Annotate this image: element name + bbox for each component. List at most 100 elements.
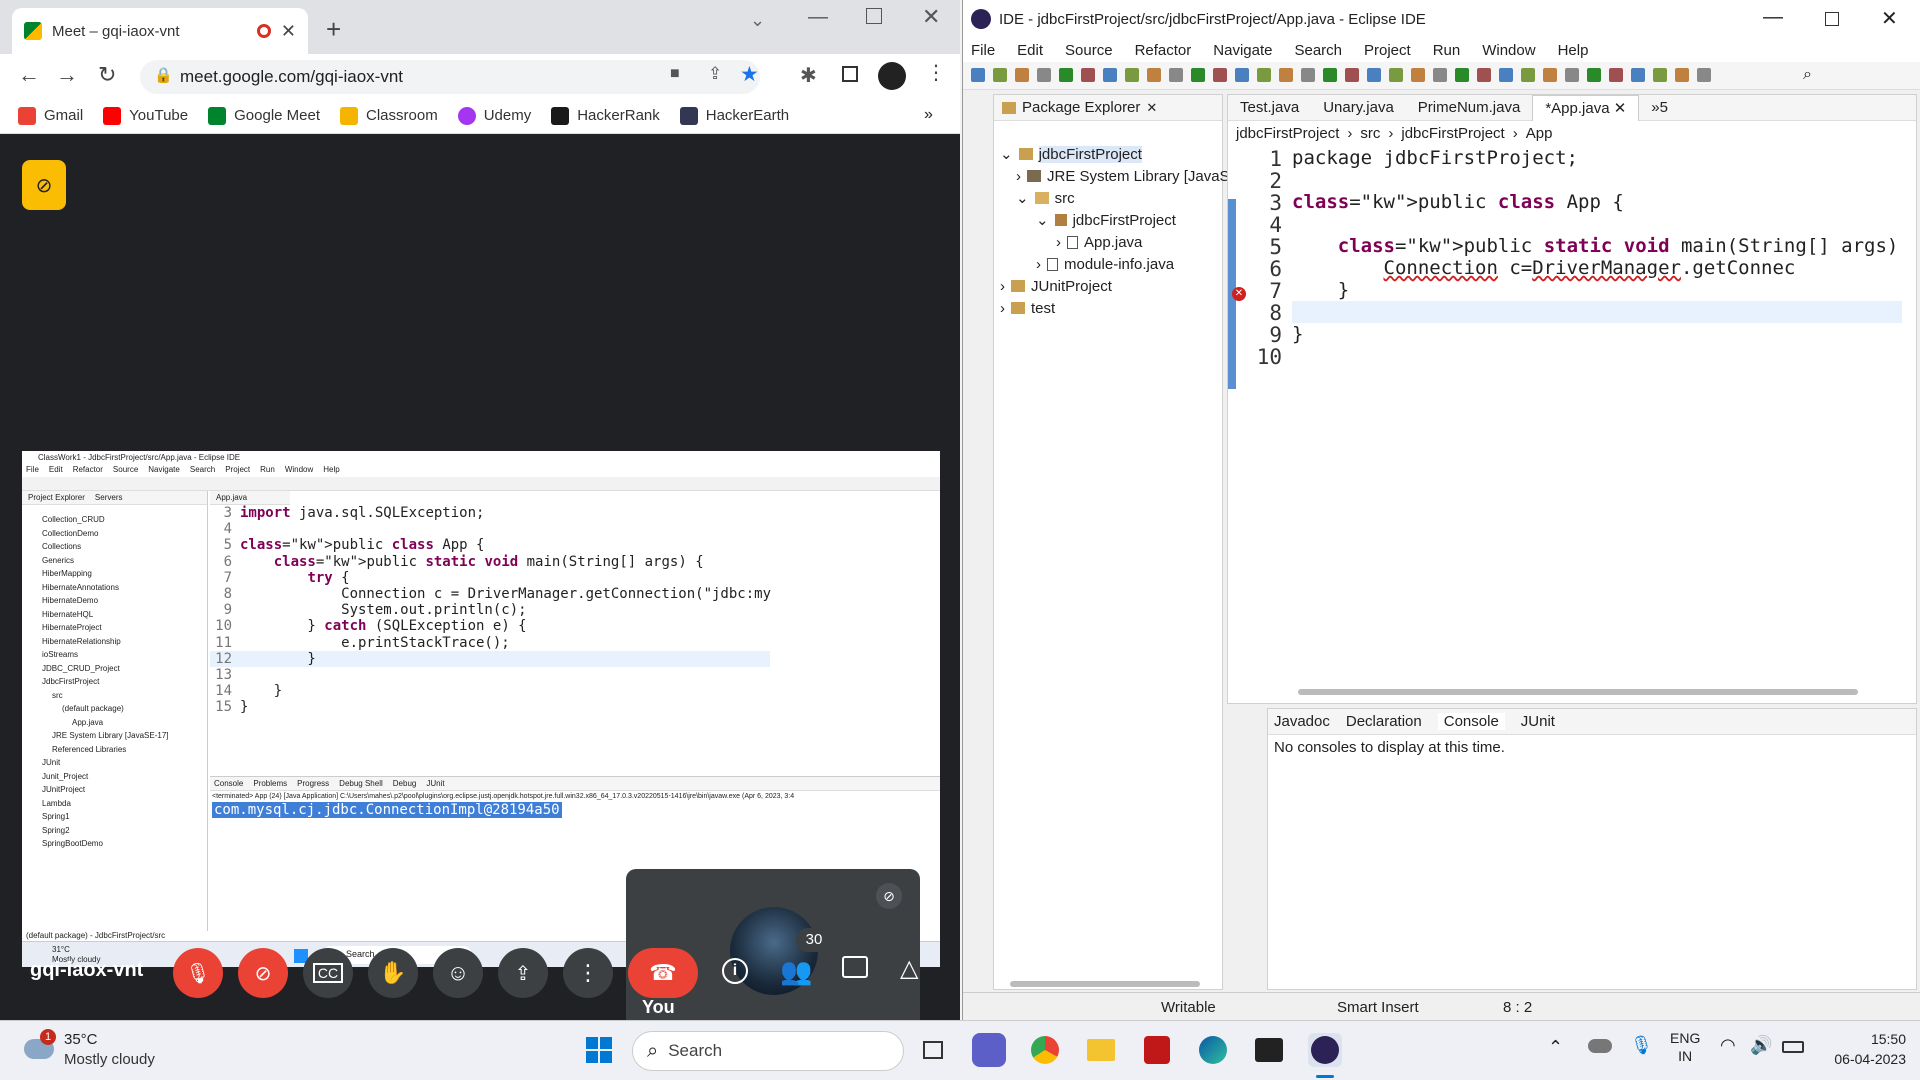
tab-declaration[interactable]: Declaration: [1346, 713, 1422, 730]
volume-icon[interactable]: 🔊: [1750, 1035, 1772, 1056]
new-tab-button[interactable]: +: [326, 14, 341, 45]
code-line[interactable]: [1292, 345, 1902, 367]
menu-edit[interactable]: Edit: [1017, 42, 1043, 59]
toolbar-button-icon[interactable]: [1455, 68, 1469, 82]
present-button[interactable]: ⇪: [498, 948, 548, 998]
code-line[interactable]: Connection c=DriverManager.getConnec: [1292, 257, 1902, 279]
bookmark-google-meet[interactable]: Google Meet: [208, 106, 320, 125]
toolbar-button-icon[interactable]: [993, 68, 1007, 82]
menu-dots-icon[interactable]: ⋮: [926, 60, 946, 85]
toolbar-button-icon[interactable]: [1059, 68, 1073, 82]
breadcrumb-package[interactable]: jdbcFirstProject: [1401, 125, 1504, 142]
tab-meet[interactable]: Meet – gqi-iaox-vnt ✕: [12, 8, 308, 54]
breadcrumb-src[interactable]: src: [1360, 125, 1380, 142]
editor-tab[interactable]: PrimeNum.java: [1406, 95, 1533, 121]
bookmark-hackerrank[interactable]: HackerRank: [551, 106, 660, 125]
taskbar-search[interactable]: ⌕ Search: [632, 1031, 904, 1071]
share-icon[interactable]: ⇪: [708, 64, 722, 84]
reactions-button[interactable]: ☺: [433, 948, 483, 998]
participants-icon[interactable]: 👥: [780, 956, 812, 987]
back-icon[interactable]: ←: [18, 62, 40, 88]
bookmark-youtube[interactable]: YouTube: [103, 106, 188, 125]
eclipse-minimize-button[interactable]: —: [1763, 6, 1783, 29]
maximize-button[interactable]: [866, 8, 882, 24]
battery-icon[interactable]: [1782, 1041, 1804, 1053]
leave-call-button[interactable]: ☎: [628, 948, 698, 998]
forward-icon[interactable]: →: [56, 62, 78, 88]
code-line[interactable]: class="kw">public static void main(Strin…: [1292, 235, 1902, 257]
explorer-hscroll[interactable]: [1010, 981, 1200, 987]
toolbar-button-icon[interactable]: [1543, 68, 1557, 82]
profile-avatar[interactable]: [878, 62, 906, 90]
toolbar-button-icon[interactable]: [1565, 68, 1579, 82]
teams-chat-icon[interactable]: [972, 1033, 1006, 1067]
tab-close-icon[interactable]: ✕: [281, 21, 296, 42]
menu-window[interactable]: Window: [1482, 42, 1535, 59]
toolbar-button-icon[interactable]: [1213, 68, 1227, 82]
toolbar-button-icon[interactable]: [1697, 68, 1711, 82]
breadcrumb-project[interactable]: jdbcFirstProject: [1236, 125, 1339, 142]
tree-item-src[interactable]: ⌄ src: [1016, 187, 1075, 209]
code-line[interactable]: class="kw">public class App {: [1292, 191, 1902, 213]
tree-item-test[interactable]: › test: [1000, 297, 1055, 319]
raise-hand-button[interactable]: ✋: [368, 948, 418, 998]
bookmark-gmail[interactable]: Gmail: [18, 106, 83, 125]
language-indicator[interactable]: ENG IN: [1670, 1029, 1700, 1065]
edge-icon[interactable]: [1196, 1033, 1230, 1067]
breadcrumb-class[interactable]: App: [1526, 125, 1553, 142]
toolbar-button-icon[interactable]: [1433, 68, 1447, 82]
toolbar-button-icon[interactable]: [1367, 68, 1381, 82]
address-bar[interactable]: 🔒 meet.google.com/gqi-iaox-vnt ■ ⇪ ★: [140, 60, 760, 94]
search-toolbar-icon[interactable]: ⌕: [1803, 66, 1812, 84]
bookmark-star-icon[interactable]: ★: [740, 62, 759, 87]
code-line[interactable]: [1292, 301, 1902, 323]
show-hidden-icons[interactable]: ⌃: [1548, 1037, 1563, 1058]
more-bookmarks-icon[interactable]: »: [924, 106, 933, 124]
tab-console[interactable]: Console: [1437, 713, 1505, 730]
menu-run[interactable]: Run: [1433, 42, 1461, 59]
toolbar-button-icon[interactable]: [1191, 68, 1205, 82]
file-explorer-icon[interactable]: [1084, 1033, 1118, 1067]
editor-tab[interactable]: Test.java: [1228, 95, 1311, 121]
editor-tab[interactable]: *App.java ✕: [1532, 94, 1640, 121]
tree-item-module-info[interactable]: › module-info.java: [1036, 253, 1174, 275]
toolbar-button-icon[interactable]: [1653, 68, 1667, 82]
menu-refactor[interactable]: Refactor: [1135, 42, 1192, 59]
toolbar-button-icon[interactable]: [1103, 68, 1117, 82]
menu-search[interactable]: Search: [1294, 42, 1342, 59]
toolbar-button-icon[interactable]: [1015, 68, 1029, 82]
menu-navigate[interactable]: Navigate: [1213, 42, 1272, 59]
menu-project[interactable]: Project: [1364, 42, 1411, 59]
activities-icon[interactable]: △: [900, 954, 918, 983]
tree-item-jre[interactable]: › JRE System Library [JavaSE-1: [1016, 165, 1253, 187]
terminal-icon[interactable]: [1252, 1033, 1286, 1067]
menu-help[interactable]: Help: [1558, 42, 1589, 59]
eclipse-close-button[interactable]: ✕: [1881, 6, 1898, 31]
code-editor[interactable]: 1 package jdbcFirstProject; 2 3 class="kw">p…: [1242, 147, 1902, 677]
more-options-button[interactable]: ⋮: [563, 948, 613, 998]
menu-source[interactable]: Source: [1065, 42, 1113, 59]
onedrive-icon[interactable]: [1588, 1039, 1612, 1053]
weather-widget[interactable]: 1 35°C Mostly cloudy: [20, 1027, 180, 1073]
tree-item-package[interactable]: ⌄ jdbcFirstProject: [1036, 209, 1176, 231]
bookmark-udemy[interactable]: Udemy: [457, 106, 531, 125]
toolbar-button-icon[interactable]: [1257, 68, 1271, 82]
chat-icon[interactable]: [842, 956, 868, 978]
editor-tab[interactable]: Unary.java: [1311, 95, 1406, 121]
toolbar-button-icon[interactable]: [1235, 68, 1249, 82]
toolbar-button-icon[interactable]: [1037, 68, 1051, 82]
bookmark-hackerearth[interactable]: HackerEarth: [679, 106, 789, 125]
editor-hscroll[interactable]: [1298, 689, 1858, 695]
toolbar-button-icon[interactable]: [1411, 68, 1425, 82]
toolbar-button-icon[interactable]: [1477, 68, 1491, 82]
toolbar-button-icon[interactable]: [971, 68, 985, 82]
tab-search-icon[interactable]: ⌄: [750, 10, 765, 31]
code-line[interactable]: [1292, 169, 1902, 191]
code-line[interactable]: }: [1292, 323, 1902, 345]
camera-off-badge[interactable]: ⊘: [22, 160, 66, 210]
minimize-button[interactable]: —: [808, 6, 828, 29]
toolbar-button-icon[interactable]: [1609, 68, 1623, 82]
tab-javadoc[interactable]: Javadoc: [1274, 713, 1330, 730]
chrome-taskbar-icon[interactable]: [1028, 1033, 1062, 1067]
toolbar-button-icon[interactable]: [1345, 68, 1359, 82]
